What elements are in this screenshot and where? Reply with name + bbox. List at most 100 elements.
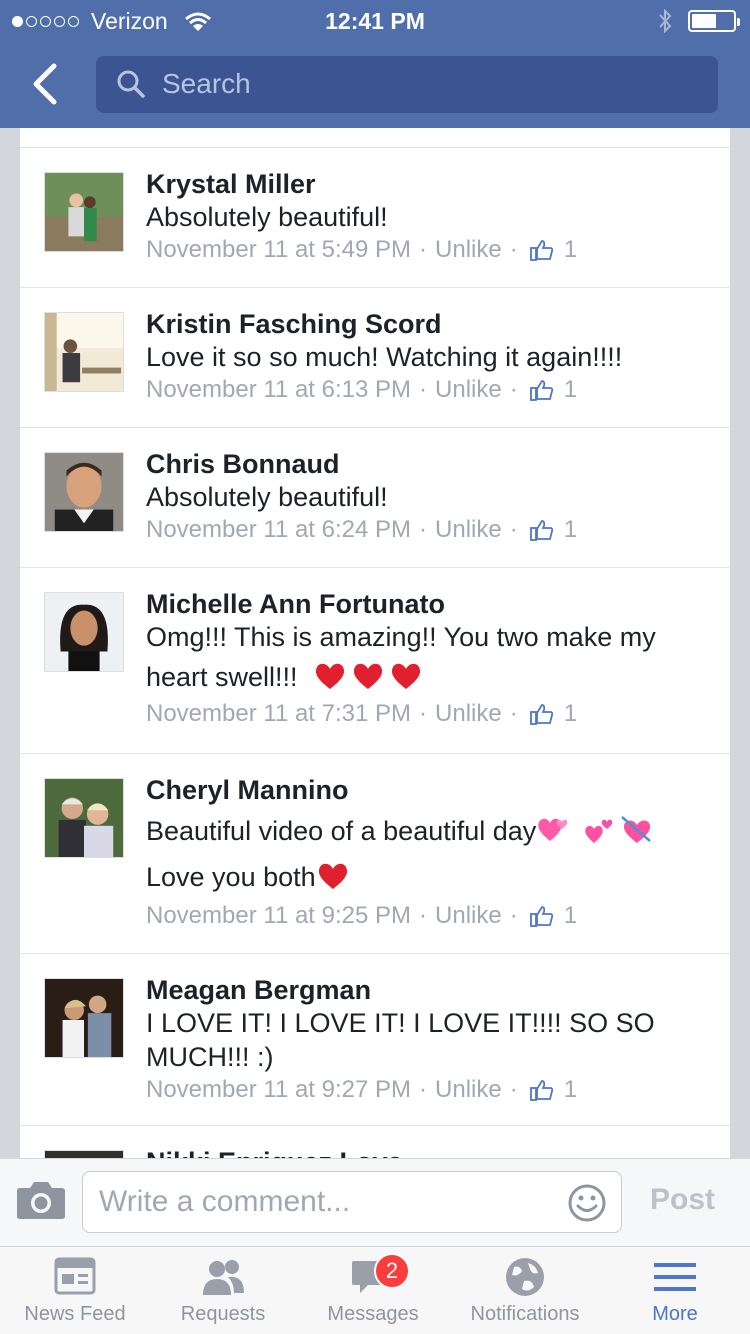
comment-item: Michelle Ann Fortunato Omg!!! This is am… [20, 568, 730, 754]
comment-text: Love it so so much! Watching it again!!!… [146, 342, 623, 372]
tab-notifications[interactable]: Notifications [450, 1255, 600, 1326]
comment-composer: Post [0, 1158, 750, 1246]
heart-emoji-icon [354, 663, 383, 689]
status-right [658, 9, 740, 33]
tab-news-feed[interactable]: News Feed [0, 1255, 150, 1326]
thumbs-up-icon[interactable] [529, 518, 554, 542]
avatar[interactable] [44, 312, 124, 392]
comment-time[interactable]: November 11 at 6:13 PM [146, 374, 411, 406]
top-header: Verizon 12:41 PM Search [0, 0, 750, 128]
bottom-tab-bar: News Feed Requests 2 Messages Notificati… [0, 1246, 750, 1334]
like-count: 1 [563, 700, 578, 727]
avatar[interactable] [44, 452, 124, 532]
comment-item: Nikki Enriquez Love [20, 1126, 730, 1158]
comment-text: Absolutely beautiful! [146, 202, 388, 232]
unlike-link[interactable]: Unlike [435, 374, 502, 406]
status-time: 12:41 PM [325, 8, 425, 34]
like-count: 1 [563, 902, 578, 929]
battery-icon [688, 10, 740, 32]
comment-item: Kristin Fasching Scord Love it so so muc… [20, 288, 730, 428]
comment-time[interactable]: November 11 at 9:27 PM [146, 1074, 411, 1106]
avatar[interactable] [44, 1150, 124, 1158]
avatar[interactable] [44, 778, 124, 858]
comment-meta: November 11 at 6:13 PM · Unlike · 1 [146, 374, 710, 406]
comment-text: I LOVE IT! I LOVE IT! I LOVE IT!!!! SO S… [146, 1008, 655, 1038]
requests-icon [203, 1260, 244, 1295]
heart-emoji-icon [392, 663, 421, 689]
two-hearts-icon [585, 819, 613, 843]
search-icon [117, 70, 145, 98]
thumbs-up-icon[interactable] [529, 378, 554, 402]
revolving-hearts-icon [538, 818, 568, 841]
heart-with-arrow-icon [621, 816, 652, 843]
tab-label: More [652, 1303, 698, 1325]
comment-item: Krystal Miller Absolutely beautiful! Nov… [20, 148, 730, 288]
unlike-link[interactable]: Unlike [435, 234, 502, 266]
search-placeholder: Search [162, 68, 251, 99]
unlike-link[interactable]: Unlike [435, 900, 502, 932]
comment-meta: November 11 at 5:49 PM · Unlike · 1 [146, 234, 710, 266]
avatar[interactable] [44, 978, 124, 1058]
comment-author[interactable]: Krystal Miller [146, 168, 710, 200]
tab-label: News Feed [24, 1303, 126, 1325]
comment-item: Chris Bonnaud Absolutely beautiful! Nove… [20, 428, 730, 568]
emoji-smiley-icon[interactable] [567, 1183, 607, 1223]
comment-author[interactable]: Chris Bonnaud [146, 448, 710, 480]
comment-item: Meagan Bergman I LOVE IT! I LOVE IT! I L… [20, 954, 730, 1126]
comment-time[interactable]: November 11 at 7:31 PM [146, 698, 411, 730]
post-button[interactable]: Post [650, 1183, 715, 1217]
news-feed-icon [54, 1257, 96, 1295]
status-bar: Verizon 12:41 PM [0, 0, 750, 40]
like-count: 1 [563, 376, 578, 403]
like-count: 1 [563, 236, 578, 263]
heart-emoji-icon [318, 863, 347, 889]
hamburger-icon [654, 1263, 696, 1291]
back-arrow-icon[interactable] [28, 62, 64, 106]
comment-author[interactable]: Kristin Fasching Scord [146, 308, 710, 340]
like-count: 1 [563, 1076, 578, 1103]
comment-meta: November 11 at 9:27 PM · Unlike · 1 [146, 1074, 710, 1106]
tab-more[interactable]: More [600, 1255, 750, 1326]
avatar[interactable] [44, 592, 124, 672]
comment-text-line-2: MUCH!!! :) [146, 1042, 274, 1072]
thumbs-up-icon[interactable] [529, 904, 554, 928]
unlike-link[interactable]: Unlike [435, 1074, 502, 1106]
avatar[interactable] [44, 172, 124, 252]
comment-meta: November 11 at 6:24 PM · Unlike · 1 [146, 514, 710, 546]
comment-input-box[interactable] [82, 1171, 622, 1233]
tab-messages[interactable]: 2 Messages [298, 1253, 448, 1326]
tab-label: Requests [180, 1303, 266, 1325]
comment-time[interactable]: November 11 at 5:49 PM [146, 234, 411, 266]
comment-input[interactable] [99, 1172, 539, 1232]
comment-meta: November 11 at 9:25 PM · Unlike · 1 [146, 900, 710, 932]
unlike-link[interactable]: Unlike [435, 514, 502, 546]
like-count: 1 [563, 516, 578, 543]
comment-text-line-2: Love you both [146, 860, 710, 894]
heart-emoji-icon [316, 663, 345, 689]
comments-feed: Krystal Miller Absolutely beautiful! Nov… [20, 128, 730, 1158]
globe-icon [506, 1258, 544, 1296]
comment-text: Beautiful video of a beautiful day [146, 814, 710, 848]
comment-author[interactable]: Meagan Bergman [146, 974, 710, 1006]
thumbs-up-icon[interactable] [529, 238, 554, 262]
thumbs-up-icon[interactable] [529, 1078, 554, 1102]
camera-icon[interactable] [16, 1180, 66, 1220]
comment-time[interactable]: November 11 at 6:24 PM [146, 514, 411, 546]
comment-author[interactable]: Michelle Ann Fortunato [146, 588, 710, 620]
tab-requests[interactable]: Requests [148, 1255, 298, 1326]
comment-time[interactable]: November 11 at 9:25 PM [146, 900, 411, 932]
search-bar[interactable]: Search [96, 56, 718, 113]
comment-author[interactable]: Cheryl Mannino [146, 774, 710, 806]
tab-label: Notifications [470, 1303, 580, 1325]
comment-item: Cheryl Mannino Beautiful video of a beau… [20, 754, 730, 954]
bluetooth-icon [659, 9, 672, 33]
unlike-link[interactable]: Unlike [435, 698, 502, 730]
comment-text: Absolutely beautiful! [146, 482, 388, 512]
comment-text-line-2: heart swell!!! [146, 660, 710, 694]
tab-label: Messages [327, 1303, 419, 1325]
thumbs-up-icon[interactable] [529, 702, 554, 726]
comment-author[interactable]: Nikki Enriquez Love [146, 1146, 710, 1158]
messages-badge: 2 [374, 1253, 410, 1289]
comment-meta: November 11 at 7:31 PM · Unlike · 1 [146, 698, 710, 730]
comment-text: Omg!!! This is amazing!! You two make my [146, 622, 656, 652]
